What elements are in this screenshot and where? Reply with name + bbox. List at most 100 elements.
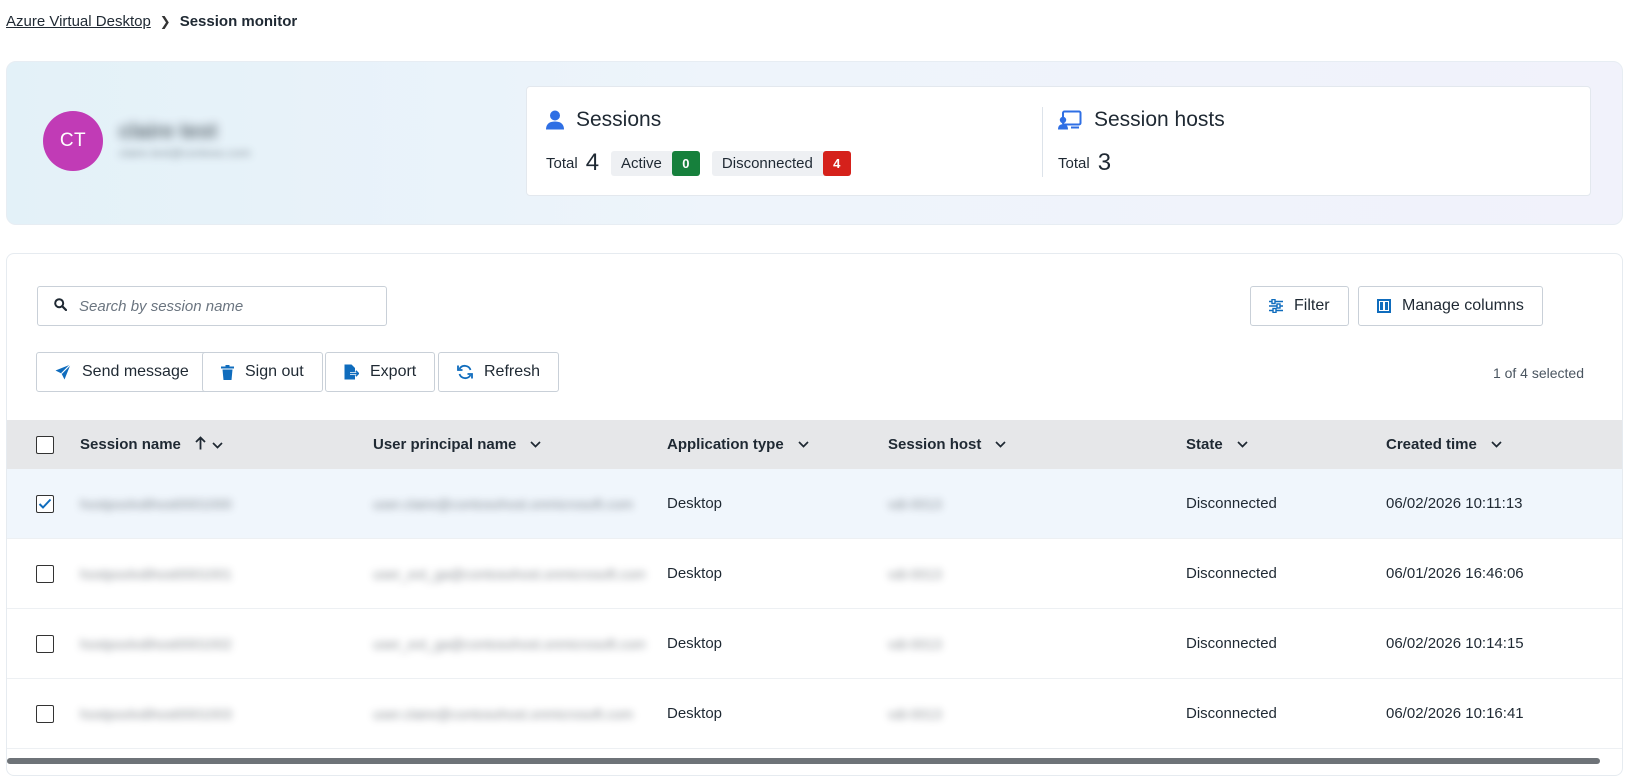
active-label: Active bbox=[621, 154, 662, 172]
column-header-created-time[interactable]: Created time bbox=[1386, 420, 1502, 469]
session-host-cell: vdi-0013 bbox=[888, 609, 966, 678]
chevron-right-icon: ❯ bbox=[159, 13, 171, 29]
column-header-upn[interactable]: User principal name bbox=[373, 420, 541, 469]
upn-value: user_ext_ga@contosohost.onmicrosoft.com bbox=[373, 565, 645, 582]
export-file-icon bbox=[344, 364, 359, 380]
avatar: CT bbox=[43, 111, 103, 171]
table-row[interactable]: hostpoolvdihost0001002 user_ext_ga@conto… bbox=[7, 609, 1622, 679]
session-host-cell: vdi-0013 bbox=[888, 539, 966, 608]
upn-value: user.claire@contosohost.onmicrosoft.com bbox=[373, 495, 634, 512]
session-hosts-title-label: Session hosts bbox=[1094, 108, 1225, 131]
filter-sliders-icon bbox=[1269, 299, 1283, 313]
breadcrumb: Azure Virtual Desktop ❯ Session monitor bbox=[6, 13, 297, 30]
session-hosts-stats: Session hosts Total 3 bbox=[1045, 87, 1585, 195]
chevron-down-icon[interactable] bbox=[995, 441, 1006, 448]
breadcrumb-link-azure-virtual-desktop[interactable]: Azure Virtual Desktop bbox=[6, 13, 151, 30]
export-label: Export bbox=[370, 363, 417, 380]
filter-label: Filter bbox=[1294, 297, 1330, 314]
sessions-title: Sessions bbox=[546, 108, 661, 132]
checkmark-icon bbox=[38, 498, 52, 509]
table-header-row: Session name User principal name Applica… bbox=[7, 420, 1622, 469]
table-row[interactable]: hostpoolvdihost0001001 user_ext_ga@conto… bbox=[7, 539, 1622, 609]
column-header-upn-label: User principal name bbox=[373, 436, 517, 453]
upn-cell: user_ext_ga@contosohost.onmicrosoft.com bbox=[373, 539, 645, 608]
sessions-total-value: 4 bbox=[585, 149, 600, 176]
chevron-down-icon[interactable] bbox=[1491, 441, 1502, 448]
state-cell: Disconnected bbox=[1186, 705, 1277, 722]
column-header-session-host-label: Session host bbox=[888, 436, 982, 453]
disconnected-count-badge: 4 bbox=[822, 150, 851, 176]
manage-columns-label: Manage columns bbox=[1402, 297, 1524, 314]
session-name-value: hostpoolvdihost0001000 bbox=[80, 495, 232, 512]
send-message-label: Send message bbox=[82, 363, 189, 380]
search-input[interactable] bbox=[79, 297, 369, 315]
application-type-cell: Desktop bbox=[667, 635, 723, 652]
session-name-cell: hostpoolvdihost0001001 bbox=[80, 539, 316, 608]
session-hosts-counts: Total 3 bbox=[1058, 149, 1111, 177]
sessions-table-card: Filter Manage columns Send message bbox=[6, 253, 1623, 776]
sessions-stats: Sessions Total 4 Active 0 Disconnected 4 bbox=[527, 87, 1042, 195]
horizontal-scrollbar-thumb[interactable] bbox=[7, 758, 1600, 764]
created-time-cell: 06/02/2026 10:14:15 bbox=[1386, 635, 1524, 652]
stats-divider bbox=[1042, 107, 1043, 177]
column-header-session-name-label: Session name bbox=[80, 436, 181, 453]
column-header-state[interactable]: State bbox=[1186, 420, 1248, 469]
columns-icon bbox=[1377, 299, 1391, 313]
state-cell: Disconnected bbox=[1186, 565, 1277, 582]
session-host-value: vdi-0013 bbox=[888, 635, 942, 652]
column-header-session-host[interactable]: Session host bbox=[888, 420, 1006, 469]
person-icon bbox=[546, 110, 564, 130]
sessions-counts: Total 4 Active 0 Disconnected 4 bbox=[546, 149, 851, 177]
session-name-cell: hostpoolvdihost0001002 bbox=[80, 609, 316, 678]
row-checkbox[interactable] bbox=[36, 704, 54, 723]
column-header-application-type-label: Application type bbox=[667, 436, 784, 453]
chevron-down-icon[interactable] bbox=[212, 436, 223, 453]
horizontal-scrollbar[interactable] bbox=[7, 757, 1622, 765]
chevron-down-icon[interactable] bbox=[1237, 441, 1248, 448]
session-hosts-title: Session hosts bbox=[1058, 108, 1225, 132]
search-box[interactable] bbox=[37, 286, 387, 326]
sort-ascending-icon[interactable] bbox=[195, 435, 206, 454]
refresh-icon bbox=[457, 364, 473, 380]
created-time-cell: 06/01/2026 16:46:06 bbox=[1386, 565, 1524, 582]
table-row[interactable]: hostpoolvdihost0001000 user.claire@conto… bbox=[7, 469, 1622, 539]
row-select-cell bbox=[36, 539, 54, 608]
active-count-badge: 0 bbox=[671, 150, 700, 176]
session-host-value: vdi-0013 bbox=[888, 495, 942, 512]
refresh-button[interactable]: Refresh bbox=[438, 352, 560, 392]
select-all-checkbox[interactable] bbox=[36, 435, 54, 454]
sessions-total-label: Total bbox=[546, 154, 578, 172]
sessions-title-label: Sessions bbox=[576, 108, 662, 131]
send-message-button[interactable]: Send message bbox=[36, 352, 208, 392]
user-email: claire.test@contoso.com bbox=[119, 146, 251, 160]
created-time-cell: 06/02/2026 10:16:41 bbox=[1386, 705, 1524, 722]
export-button[interactable]: Export bbox=[325, 352, 436, 392]
row-checkbox[interactable] bbox=[36, 564, 54, 583]
column-header-application-type[interactable]: Application type bbox=[667, 420, 809, 469]
chevron-down-icon[interactable] bbox=[798, 441, 809, 448]
sign-out-button[interactable]: Sign out bbox=[202, 352, 323, 392]
state-cell: Disconnected bbox=[1186, 495, 1277, 512]
session-host-value: vdi-0013 bbox=[888, 565, 942, 582]
filter-button[interactable]: Filter bbox=[1250, 286, 1349, 326]
trash-icon bbox=[221, 364, 234, 380]
column-header-session-name[interactable]: Session name bbox=[80, 420, 223, 469]
session-host-value: vdi-0013 bbox=[888, 705, 942, 722]
session-name-value: hostpoolvdihost0001001 bbox=[80, 565, 232, 582]
refresh-label: Refresh bbox=[484, 363, 541, 380]
chevron-down-icon[interactable] bbox=[530, 441, 541, 448]
upn-cell: user.claire@contosohost.onmicrosoft.com bbox=[373, 469, 645, 538]
table-row[interactable]: hostpoolvdihost0001003 user.claire@conto… bbox=[7, 679, 1622, 749]
select-all-cell bbox=[36, 420, 54, 469]
disconnected-chip: Disconnected 4 bbox=[711, 150, 851, 176]
row-select-cell bbox=[36, 609, 54, 678]
upn-cell: user_ext_ga@contosohost.onmicrosoft.com bbox=[373, 609, 645, 678]
session-name-value: hostpoolvdihost0001003 bbox=[80, 705, 232, 722]
upn-cell: user.claire@contosohost.onmicrosoft.com bbox=[373, 679, 645, 748]
row-checkbox-checked[interactable] bbox=[36, 494, 54, 513]
manage-columns-button[interactable]: Manage columns bbox=[1358, 286, 1543, 326]
row-checkbox[interactable] bbox=[36, 634, 54, 653]
sign-out-label: Sign out bbox=[245, 363, 304, 380]
stats-panel: Sessions Total 4 Active 0 Disconnected 4 bbox=[526, 86, 1591, 196]
upn-value: user_ext_ga@contosohost.onmicrosoft.com bbox=[373, 635, 645, 652]
